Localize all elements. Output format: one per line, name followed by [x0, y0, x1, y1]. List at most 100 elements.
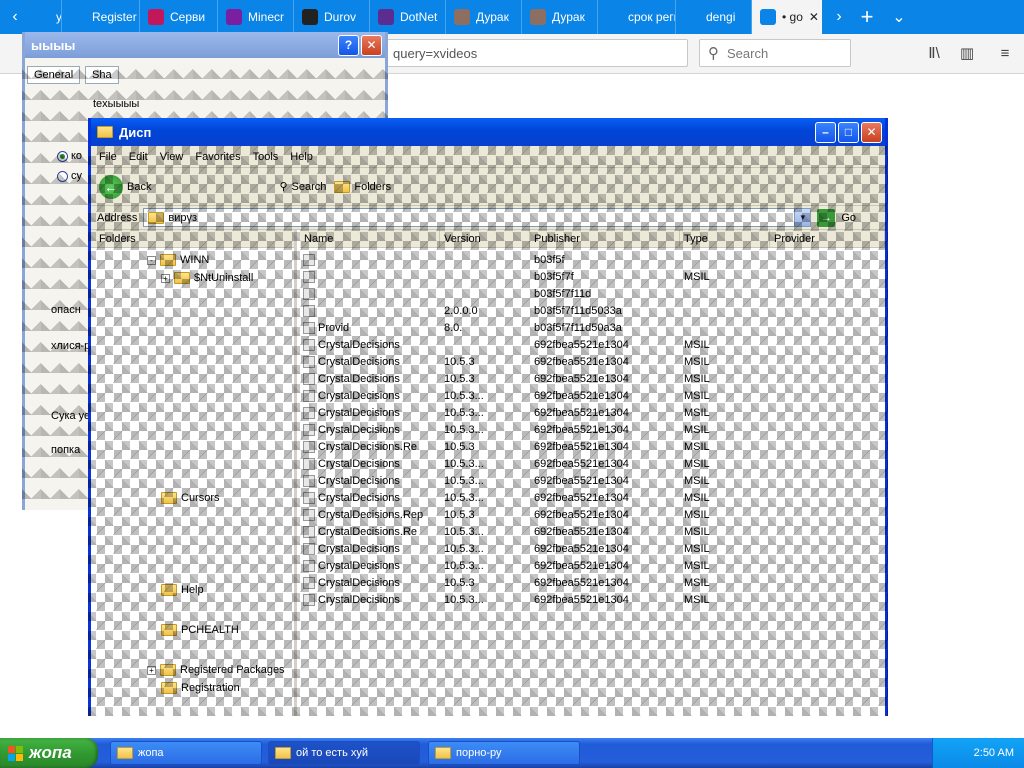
tree-item[interactable]: PCHEALTH — [161, 624, 239, 636]
search-input[interactable]: ⚲ Search — [699, 39, 851, 67]
tree-item[interactable]: + Registered Packages — [147, 664, 285, 676]
tab-share[interactable]: Sha — [85, 66, 119, 84]
back-button[interactable]: ← Back — [99, 174, 151, 199]
expand-plus-icon[interactable]: + — [147, 665, 156, 675]
browser-tab[interactable]: DotNet — [370, 0, 446, 34]
table-row[interactable]: CrystalDecisions 10.5.3... 692fbea5521e130… — [300, 388, 885, 405]
table-row[interactable]: CrystalDecisions 10.5.3 692fbea5521e1304 MS… — [300, 371, 885, 388]
column-header[interactable]: Publisher — [530, 230, 680, 248]
browser-tab[interactable]: урак — [26, 0, 62, 34]
browser-tab[interactable]: Дурак — [522, 0, 598, 34]
menu-item[interactable]: Favorites — [195, 151, 240, 163]
cell-name: CrystalDecisions — [318, 373, 400, 385]
column-header[interactable]: Provider — [770, 230, 885, 248]
table-row[interactable]: CrystalDecisions 10.5.3... 692fbea5521e130… — [300, 541, 885, 558]
explorer-window: Дисп – □ ✕ File Edit View Favorites Tools Hel… — [88, 118, 888, 716]
address-input[interactable]: вирүз ▼ — [143, 208, 812, 227]
search-button[interactable]: ⚲ Search — [279, 180, 326, 194]
folder-icon — [161, 624, 177, 636]
menu-item[interactable]: View — [160, 151, 184, 163]
menu-item[interactable]: Tools — [253, 151, 279, 163]
browser-tab[interactable]: Durov — [294, 0, 370, 34]
tree-item[interactable]: Registration — [161, 682, 240, 694]
minimize-button[interactable]: – — [815, 121, 836, 143]
radio-option-2[interactable]: су — [57, 170, 82, 182]
table-row[interactable]: CrystalDecisions.Rep 10.5.3 692fbea5521e13… — [300, 507, 885, 524]
taskbar-button[interactable]: жопа — [110, 741, 262, 765]
radio-empty-icon — [57, 170, 68, 182]
tabs-scroll-right-icon[interactable]: › — [824, 0, 854, 34]
table-row[interactable]: CrystalDecisions 10.5.3... 692fbea5521e130… — [300, 558, 885, 575]
table-row[interactable]: CrystalDecisions 10.5.3... 692fbea5521e130… — [300, 422, 885, 439]
table-row[interactable]: CrystalDecisions 10.5.3... 692fbea5521e130… — [300, 405, 885, 422]
table-row[interactable]: 2.0.0.0 b03f5f7f11d5033a — [300, 303, 885, 320]
browser-tab[interactable]: dengi — [676, 0, 752, 34]
table-row[interactable]: b03f5f — [300, 252, 885, 269]
tree-item[interactable]: Cursors — [161, 492, 220, 504]
go-label[interactable]: Go — [841, 212, 856, 224]
table-row[interactable]: CrystalDecisions 10.5.3 692fbea5521e1304 MS… — [300, 575, 885, 592]
cell-name: CrystalDecisions.Re — [318, 441, 418, 453]
table-row[interactable]: CrystalDecisions 10.5.3... 692fbea5521e130… — [300, 592, 885, 609]
table-row[interactable]: CrystalDecisions 10.5.3... 692fbea5521e130… — [300, 456, 885, 473]
table-row[interactable]: CrystalDecisions 10.5.3... 692fbea5521e130… — [300, 473, 885, 490]
tab-list-chevron-icon[interactable]: ⌄ — [884, 0, 914, 34]
browser-tab[interactable]: Register a — [62, 0, 140, 34]
browser-tab-bar: ‹ уракRegister aСервиMinecrDurovDotNetДу… — [0, 0, 1024, 34]
menu-hamburger-icon[interactable]: ≡ — [996, 45, 1014, 63]
start-button[interactable]: жопа — [0, 738, 98, 768]
clock[interactable]: 2:50 AM — [974, 747, 1014, 759]
menu-item[interactable]: File — [99, 151, 117, 163]
taskbar-button[interactable]: ой то есть хуй — [268, 741, 420, 765]
help-button[interactable]: ? — [338, 34, 359, 56]
browser-tab[interactable]: Дурак — [446, 0, 522, 34]
cell-name: CrystalDecisions — [318, 577, 400, 589]
tab-close-icon[interactable]: ✕ — [809, 10, 819, 24]
expand-plus-icon[interactable]: + — [161, 273, 170, 283]
go-arrow-icon[interactable]: → — [817, 208, 836, 227]
taskbar-window-icon — [117, 747, 133, 759]
table-row[interactable]: CrystalDecisions 10.5.3... 692fbea5521e130… — [300, 490, 885, 507]
table-row[interactable]: b03f5f7f MSIL — [300, 269, 885, 286]
column-header[interactable]: Name — [300, 230, 440, 248]
table-row[interactable]: b03f5f7f11d — [300, 286, 885, 303]
browser-tab[interactable]: • go ✕ — [752, 0, 822, 34]
table-row[interactable]: CrystalDecisions.Re 10.5.3 692fbea5521e130… — [300, 439, 885, 456]
table-row[interactable]: Provid 8.0. b03f5f7f11d50a3a — [300, 320, 885, 337]
tab-general[interactable]: General — [27, 66, 81, 84]
folders-button[interactable]: Folders — [334, 180, 391, 193]
dialog-text-field[interactable]: texыыыы — [93, 98, 139, 110]
menu-item[interactable]: Help — [290, 151, 313, 163]
explorer-title-bar[interactable]: Дисп – □ ✕ — [91, 118, 885, 146]
table-row[interactable]: CrystalDecisions 10.5.3 692fbea5521e1304 MS… — [300, 354, 885, 371]
maximize-button[interactable]: □ — [838, 121, 859, 143]
column-header[interactable]: Type — [680, 230, 770, 248]
library-icon[interactable]: Ⅱ\ — [925, 45, 943, 63]
column-header[interactable]: Version — [440, 230, 530, 248]
url-field[interactable]: query=xvideos — [380, 39, 688, 67]
menu-item[interactable]: Edit — [129, 151, 148, 163]
dialog-close-button[interactable]: ✕ — [361, 34, 382, 56]
new-tab-icon[interactable]: + — [852, 0, 882, 34]
cell-type: MSIL — [684, 373, 710, 385]
collapse-minus-icon[interactable]: - — [147, 255, 156, 265]
dialog-title-bar[interactable]: ыыыы ? ✕ — [25, 32, 385, 58]
assembly-file-icon — [303, 543, 315, 555]
cell-type: MSIL — [684, 560, 710, 572]
browser-tab[interactable]: Серви — [140, 0, 218, 34]
cell-pub: 692fbea5521e1304 — [534, 492, 629, 504]
tree-item[interactable]: Help — [161, 584, 204, 596]
explorer-content: Folders - WINN + $NtUninstall Cursors Help PCH… — [91, 230, 885, 716]
radio-option-1[interactable]: ко — [57, 150, 82, 162]
tree-item[interactable]: + $NtUninstall — [161, 272, 253, 284]
address-dropdown-icon[interactable]: ▼ — [794, 209, 811, 226]
browser-tab[interactable]: срок регис — [598, 0, 676, 34]
cell-version: 10.5.3... — [444, 543, 484, 555]
sidebar-icon[interactable]: ▥ — [958, 45, 976, 63]
close-button[interactable]: ✕ — [861, 121, 882, 143]
tree-item[interactable]: - WINN — [147, 254, 209, 266]
taskbar-button[interactable]: порно-ру — [428, 741, 580, 765]
table-row[interactable]: CrystalDecisions 692fbea5521e1304 MSIL — [300, 337, 885, 354]
table-row[interactable]: CrystalDecisions.Re 10.5.3... 692fbea5521e… — [300, 524, 885, 541]
browser-tab[interactable]: Minecr — [218, 0, 294, 34]
